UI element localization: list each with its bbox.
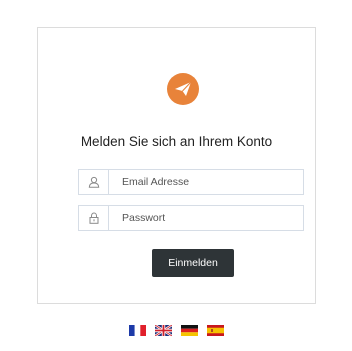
login-card: Melden Sie sich an Ihrem Konto Einmelden [37, 27, 316, 304]
uk-flag-icon[interactable] [154, 325, 172, 336]
email-input[interactable] [110, 170, 312, 194]
lock-icon [79, 206, 109, 230]
logo [167, 73, 199, 105]
paper-plane-icon [175, 81, 192, 96]
germany-flag-icon[interactable] [180, 325, 198, 336]
language-switcher [0, 325, 352, 336]
login-button[interactable]: Einmelden [152, 249, 234, 277]
france-flag-icon[interactable] [128, 325, 146, 336]
user-icon [79, 170, 109, 194]
email-field[interactable] [78, 169, 312, 195]
password-field[interactable] [78, 205, 312, 231]
password-input[interactable] [110, 206, 312, 230]
login-heading: Melden Sie sich an Ihrem Konto [80, 134, 273, 149]
spain-flag-icon[interactable] [206, 325, 224, 336]
